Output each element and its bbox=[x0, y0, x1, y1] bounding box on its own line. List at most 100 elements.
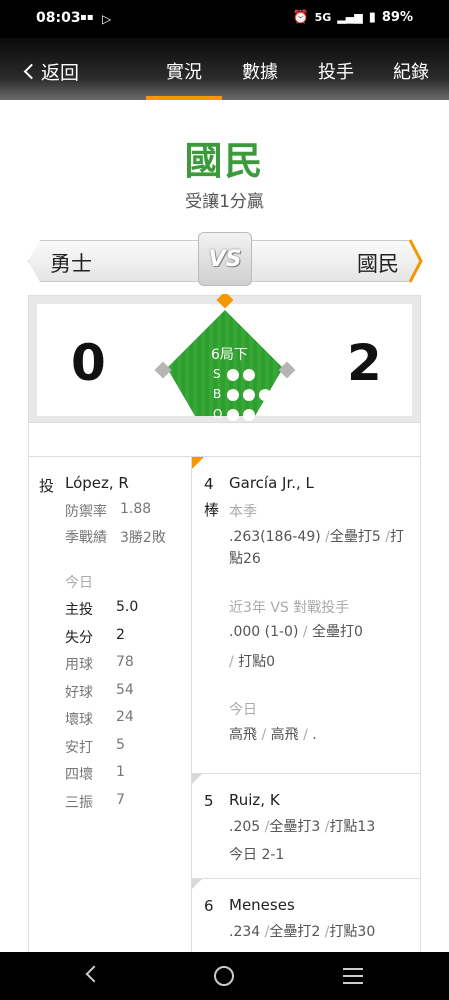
ball-light bbox=[259, 389, 271, 401]
ball-light bbox=[243, 389, 255, 401]
pitcher-name[interactable]: López, R bbox=[65, 474, 129, 492]
battery-icon: ▮ bbox=[368, 10, 376, 25]
stat-label: 好球 bbox=[65, 685, 93, 701]
stat-value: 2 bbox=[116, 627, 125, 643]
separator: / bbox=[261, 727, 267, 743]
alarm-icon: ⏰ bbox=[292, 10, 309, 25]
ball-light bbox=[227, 389, 239, 401]
second-base-occupied-icon bbox=[216, 294, 234, 309]
home-selected-arrow-icon bbox=[409, 239, 423, 283]
batter-name: García Jr., L bbox=[229, 474, 314, 492]
batter-card-current[interactable]: 4 棒 García Jr., L 本季 .263(186-49) /全壘打5 … bbox=[192, 457, 421, 774]
batter-panel: 4 棒 García Jr., L 本季 .263(186-49) /全壘打5 … bbox=[192, 457, 421, 957]
vs-pitcher-stats: .000 (1-0) / 全壘打0 bbox=[229, 621, 419, 643]
home-team-name: 國民 bbox=[357, 252, 399, 276]
season-label: 本季 bbox=[229, 504, 257, 520]
stat-label: 三振 bbox=[65, 795, 93, 811]
tab-live[interactable]: 實況 bbox=[166, 58, 202, 84]
vs-rbi: 打點0 bbox=[238, 654, 276, 670]
vs-avg: .000 (1-0) bbox=[229, 624, 299, 640]
era-value: 1.88 bbox=[120, 501, 152, 517]
scoreboard-inner: 0 2 6局下 S B O bbox=[37, 294, 412, 421]
season-rbi-b: 點26 bbox=[229, 551, 261, 567]
notification-icon: ▪▪ bbox=[80, 12, 94, 23]
stat-value: 5 bbox=[116, 737, 125, 753]
batting-order: 6 bbox=[204, 897, 214, 915]
page-title: 國民 bbox=[184, 139, 265, 183]
today-result: 高飛 bbox=[229, 727, 257, 743]
tab-stats[interactable]: 數據 bbox=[242, 58, 278, 84]
away-score: 0 bbox=[71, 334, 106, 392]
today-result: . bbox=[312, 727, 317, 743]
vs-pitcher-rbi-row: / 打點0 bbox=[229, 651, 419, 673]
record-label: 季戰績 bbox=[65, 530, 107, 546]
chevron-left-icon bbox=[23, 63, 40, 80]
record-value: 3勝2敗 bbox=[120, 530, 166, 546]
separator: / bbox=[229, 654, 234, 670]
stat-value: 5.0 bbox=[116, 599, 139, 615]
first-base-icon bbox=[278, 361, 296, 379]
stat-label: 失分 bbox=[65, 630, 93, 646]
vs-hr: 全壘打0 bbox=[312, 624, 363, 640]
top-nav: 返回 實況 數據 投手 紀錄 bbox=[0, 38, 449, 100]
season-hr: 全壘打2 bbox=[269, 924, 321, 940]
stat-label: 主投 bbox=[65, 602, 93, 618]
season-avg: .263(186-49) bbox=[229, 529, 321, 545]
back-button[interactable]: 返回 bbox=[22, 58, 79, 85]
vs-pitcher-label: 近3年 VS 對戰投手 bbox=[229, 600, 350, 616]
today-label: 今日 bbox=[65, 575, 93, 591]
season-avg: .205 bbox=[229, 819, 261, 835]
season-stats: .263(186-49) /全壘打5 /打 點26 bbox=[229, 526, 419, 570]
batter-marker bbox=[192, 774, 202, 784]
season-avg: .234 bbox=[229, 924, 261, 940]
today-label: 今日 bbox=[229, 702, 257, 718]
system-recents-icon[interactable] bbox=[343, 968, 363, 984]
today-result: 高飛 bbox=[270, 727, 299, 743]
separator: / bbox=[303, 727, 308, 743]
system-home-icon[interactable] bbox=[214, 966, 234, 986]
stat-label: 壞球 bbox=[65, 712, 93, 728]
status-bar: 08:03 ▪▪ ▷ ⏰ 5G ▂▄▆ ▮ 89% bbox=[0, 0, 449, 38]
batter-marker bbox=[192, 879, 202, 889]
season-rbi: 打點30 bbox=[329, 924, 376, 940]
system-nav-bar bbox=[0, 952, 449, 1000]
stat-label: 四壞 bbox=[65, 767, 93, 783]
out-light bbox=[243, 409, 255, 421]
batting-order-suffix: 棒 bbox=[204, 501, 220, 519]
batter-card[interactable]: 6 Meneses .234 /全壘打2 /打點30 bbox=[192, 879, 421, 957]
current-batter-marker bbox=[192, 457, 204, 469]
today-summary: 今日 2-1 bbox=[229, 847, 285, 863]
batting-order: 5 bbox=[204, 792, 214, 810]
strike-light bbox=[243, 369, 255, 381]
season-hr: 全壘打3 bbox=[269, 819, 321, 835]
play-store-icon: ▷ bbox=[102, 12, 112, 26]
ball-label: B bbox=[213, 387, 222, 401]
separator: / bbox=[302, 624, 308, 640]
strike-light bbox=[227, 369, 239, 381]
away-team-name: 勇士 bbox=[50, 252, 92, 276]
stat-value: 54 bbox=[116, 682, 134, 698]
system-back-icon[interactable] bbox=[85, 965, 103, 983]
batter-name: Ruiz, K bbox=[229, 791, 280, 809]
batter-name: Meneses bbox=[229, 896, 295, 914]
out-label: O bbox=[213, 407, 223, 421]
pitcher-tag: 投 bbox=[39, 477, 55, 495]
pitcher-panel: 投 López, R 防禦率 1.88 季戰績 3勝2敗 今日 主投 5.0 失… bbox=[28, 457, 192, 957]
stat-label: 用球 bbox=[65, 657, 93, 673]
today-results: 高飛 / 高飛 / . bbox=[229, 724, 419, 746]
stat-value: 7 bbox=[116, 792, 125, 808]
batter-card[interactable]: 5 Ruiz, K .205 /全壘打3 /打點13 今日 2-1 bbox=[192, 774, 421, 879]
season-stats: .205 /全壘打3 /打點13 bbox=[229, 816, 419, 838]
active-tab-indicator bbox=[146, 96, 222, 100]
signal-icon: ▂▄▆ bbox=[337, 11, 363, 24]
strike-label: S bbox=[213, 367, 221, 381]
tab-records[interactable]: 紀錄 bbox=[393, 58, 429, 84]
era-label: 防禦率 bbox=[65, 504, 107, 520]
tab-pitchers[interactable]: 投手 bbox=[318, 58, 354, 84]
inning-label: 6局下 bbox=[211, 347, 248, 363]
out-light bbox=[227, 409, 239, 421]
matchup-banner: 勇士 國民 VS bbox=[28, 232, 423, 286]
stat-value: 1 bbox=[116, 764, 125, 780]
vs-badge: VS bbox=[198, 232, 252, 286]
season-stats: .234 /全壘打2 /打點30 bbox=[229, 921, 419, 943]
